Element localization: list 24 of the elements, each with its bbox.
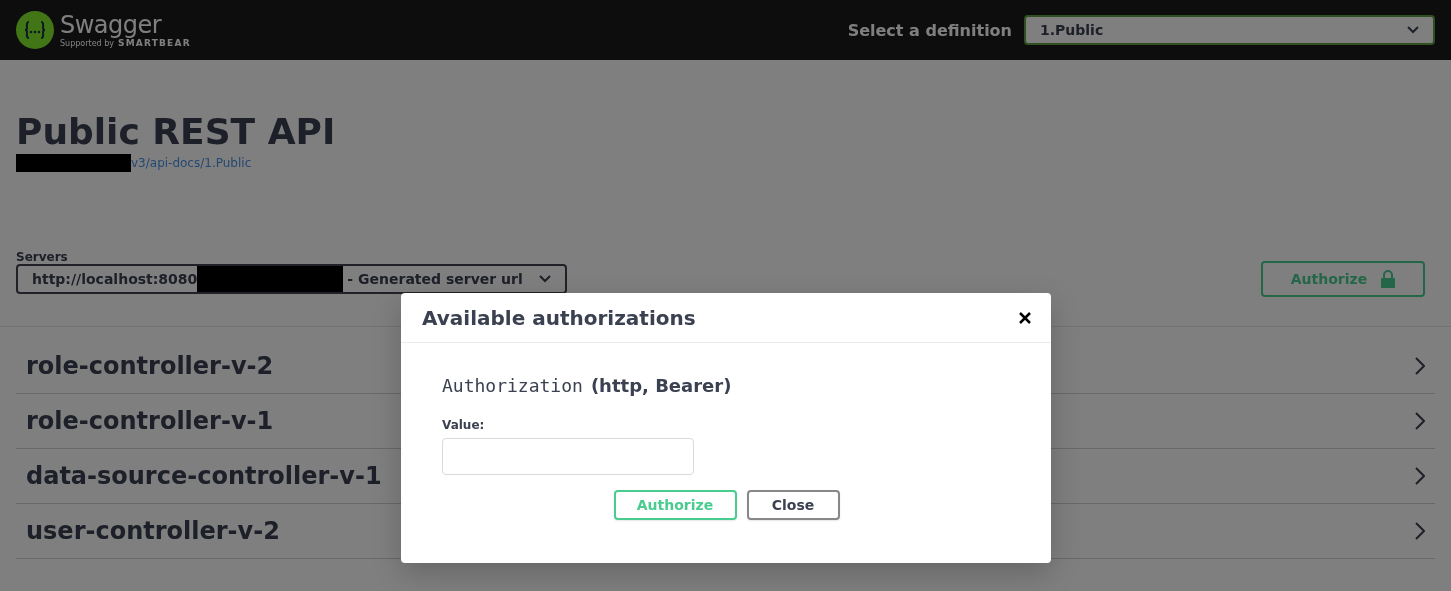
chevron-right-icon xyxy=(1415,467,1425,485)
close-button[interactable]: Close xyxy=(746,490,840,520)
chevron-down-icon xyxy=(539,275,551,283)
definition-select[interactable]: 1.Public xyxy=(1024,15,1435,45)
logo-text: Swagger xyxy=(60,12,162,38)
scheme-type: (http, Bearer) xyxy=(590,375,732,396)
api-docs-link[interactable]: v3/api-docs/1.Public xyxy=(131,156,252,170)
chevron-right-icon xyxy=(1415,522,1425,540)
close-icon[interactable] xyxy=(1019,311,1031,324)
lock-icon xyxy=(1381,270,1396,288)
chevron-right-icon xyxy=(1415,357,1425,375)
chevron-right-icon xyxy=(1415,412,1425,430)
chevron-down-icon xyxy=(1407,26,1419,34)
logo-tagline: Supported by xyxy=(60,39,114,48)
servers-select[interactable]: http://localhost:8080 - Generated server url xyxy=(16,264,567,294)
definition-label: Select a definition xyxy=(847,20,1012,40)
servers-label: Servers xyxy=(16,250,69,264)
scheme-name: Authorization xyxy=(442,375,583,396)
api-title: Public REST API xyxy=(16,110,337,154)
value-input[interactable] xyxy=(442,438,694,475)
dialog-title: Available authorizations xyxy=(422,305,697,330)
logo-icon xyxy=(16,11,54,49)
value-label: Value: xyxy=(442,418,486,432)
logo-brand: SMARTBEAR xyxy=(118,38,191,48)
